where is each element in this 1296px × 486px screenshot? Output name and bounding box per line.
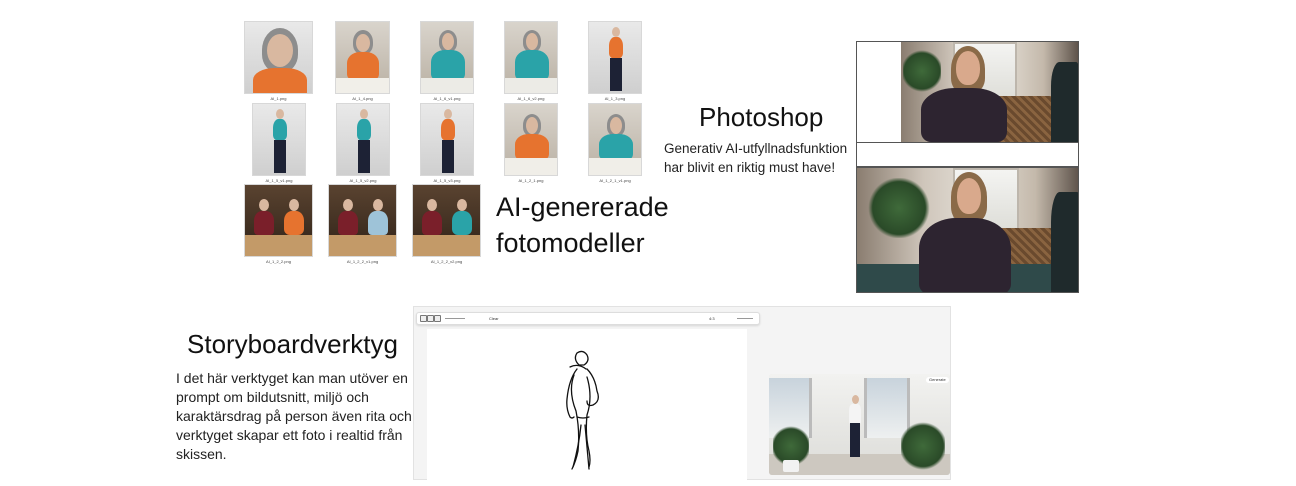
ai-models-title-line2: fotomodeller [496,228,645,258]
generated-photo: Generate [769,374,950,475]
photo-crop [901,42,1078,142]
thumbnail-image [504,103,558,176]
thumbnail-image [244,184,313,257]
thumbnail-caption: AI_1_2_2.png [266,259,291,264]
generate-badge[interactable]: Generate [926,377,949,383]
thumbnail-caption: AI_1_5_v3.png [433,178,461,183]
storyboard-desc-line: I det här verktyget kan man utöver en [176,370,408,386]
photoshop-desc-line2: har blivit en riktig must have! [664,160,836,175]
thumbnail-caption: AI_1_2_2_v2.png [430,259,463,264]
thumbnail-caption: AI_1_3.png [604,96,626,101]
photoshop-after-image [856,167,1079,293]
thumbnail-image [335,21,390,94]
sketch-canvas[interactable] [427,329,747,481]
thumbnail-caption: AI_1_5_v1.png [265,178,293,183]
photoshop-desc-line1: Generativ AI-utfyllnadsfunktion [664,141,848,156]
brush-tool-button[interactable] [427,315,434,322]
storyboard-desc-line: skissen. [176,446,227,462]
thumbnail-image [244,21,313,94]
storyboard-description: I det här verktyget kan man utöver en pr… [176,369,412,464]
thumbnail-caption: AI_1_5_v2.png [349,178,377,183]
photoshop-title: Photoshop [699,102,824,132]
generate-badge-label: Generate [929,377,946,382]
thumbnail-caption: AI_1_2_2_v1.png [346,259,379,264]
thumbnail-caption: AI_1_2_1_v1.png [599,178,631,183]
brush-size-slider[interactable] [445,318,465,319]
thumbnail-image [420,103,474,176]
thumbnail-image [588,103,642,176]
thumbnail-caption: AI_1_6_v2.png [517,96,545,101]
pen-tool-button[interactable] [420,315,427,322]
storyboard-desc-line: prompt om bildutsnitt, miljö och [176,389,369,405]
storyboard-desc-line: karaktärsdrag på person även rita och [176,408,412,424]
clear-button[interactable]: Clear [489,316,499,321]
thumbnail-image [588,21,642,94]
thumbnail-image [420,21,474,94]
storyboard-toolbar: Clear 4:3 [416,312,760,325]
ai-models-title-line1: AI-genererade [496,192,669,222]
aspect-ratio-label[interactable]: 4:3 [709,316,715,321]
storyboard-title: Storyboardverktyg [187,329,398,359]
photoshop-before-image [856,41,1079,167]
photoshop-description: Generativ AI-utfyllnadsfunktion har bliv… [664,139,847,177]
thumbnail-caption: AI_1_4.png [352,96,373,101]
thumbnail-image [336,103,390,176]
thumbnail-caption: AI_1_6_v1.png [433,96,461,101]
eraser-tool-button[interactable] [434,315,441,322]
strength-slider[interactable] [737,318,753,319]
storyboard-desc-line: verktyget skapar ett foto i realtid från [176,427,403,443]
thumbnail-caption: AI_1_2_1.png [518,178,544,183]
thumbnail-image [328,184,397,257]
storyboard-app: Clear 4:3 Generate [413,306,951,481]
ai-models-title: AI-genererade fotomodeller [496,189,669,261]
thumbnail-image [412,184,481,257]
sketch-figure [566,350,599,470]
thumbnail-image [252,103,306,176]
thumbnail-image [504,21,558,94]
thumbnail-caption: AI_1.png [270,96,287,101]
